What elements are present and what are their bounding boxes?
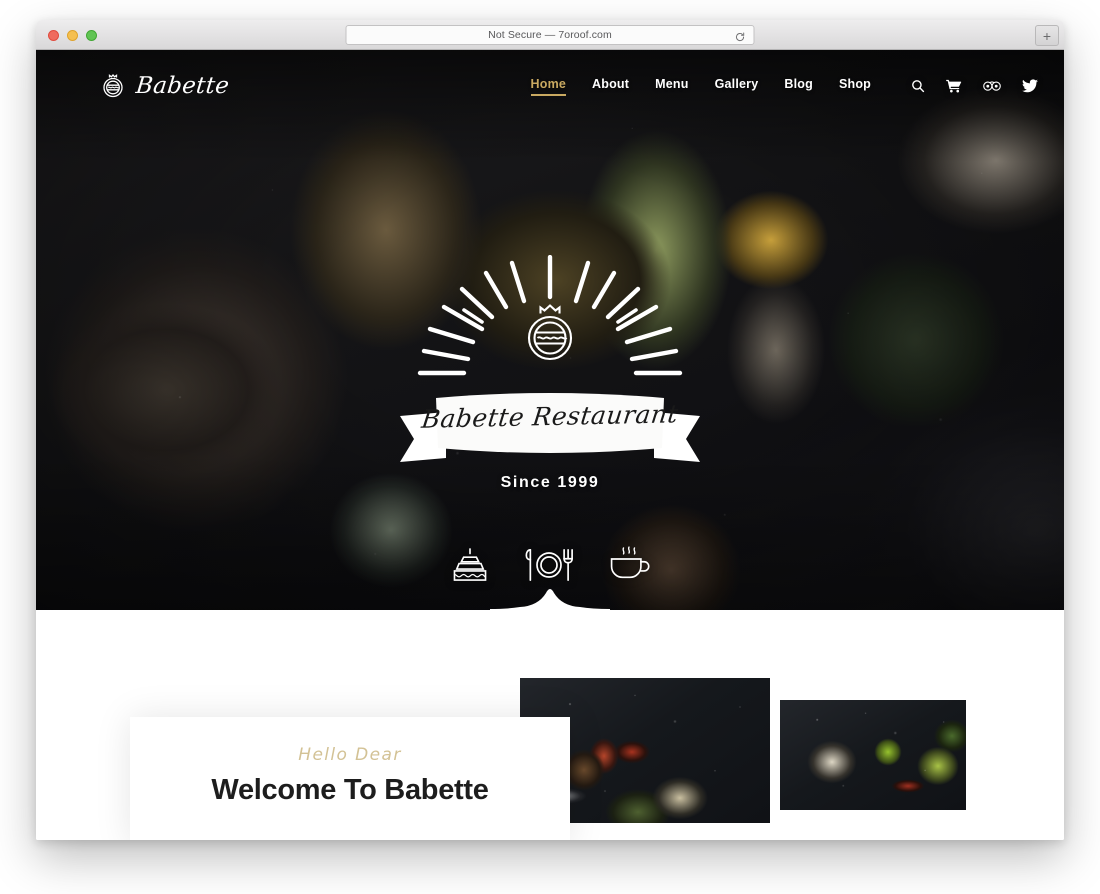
- welcome-section: Hello Dear Welcome To Babette: [36, 610, 1064, 840]
- zoom-window-button[interactable]: [86, 30, 97, 41]
- nav-item-home[interactable]: Home: [530, 77, 567, 96]
- dining-cutlery-icon[interactable]: [525, 547, 573, 588]
- minimize-window-button[interactable]: [67, 30, 78, 41]
- reload-icon[interactable]: [735, 30, 746, 42]
- nav-item-menu[interactable]: Menu: [655, 77, 688, 96]
- browser-titlebar: Not Secure — 7oroof.com +: [36, 20, 1064, 50]
- hero-centerpiece: Babette Restaurant Since 1999: [340, 255, 760, 492]
- cake-icon[interactable]: [449, 546, 491, 588]
- welcome-eyebrow: Hello Dear: [298, 745, 402, 765]
- tripadvisor-icon[interactable]: [983, 80, 1001, 92]
- main-navigation: Home About Menu Gallery Blog Shop: [530, 77, 1038, 96]
- nav-item-gallery[interactable]: Gallery: [715, 77, 759, 96]
- new-tab-label: +: [1042, 27, 1052, 44]
- twitter-icon[interactable]: [1022, 79, 1038, 93]
- welcome-title: Welcome To Babette: [211, 774, 489, 806]
- page-viewport: Babette Home About Menu Gallery Blog Sho…: [36, 50, 1064, 840]
- babette-emblem-icon: [100, 72, 126, 100]
- search-icon[interactable]: [911, 79, 925, 93]
- shopping-cart-icon[interactable]: [946, 79, 962, 93]
- hero-since-text: Since 1999: [500, 474, 600, 491]
- site-brand[interactable]: Babette: [100, 72, 231, 100]
- nav-item-shop[interactable]: Shop: [839, 77, 871, 96]
- nav-icon-group: [911, 79, 1038, 93]
- address-bar[interactable]: Not Secure — 7oroof.com: [345, 25, 755, 45]
- food-photo-lime-and-herbs: [780, 700, 966, 810]
- hero-section: Babette Home About Menu Gallery Blog Sho…: [36, 50, 1064, 610]
- site-header: Babette Home About Menu Gallery Blog Sho…: [36, 50, 1064, 122]
- coffee-cup-icon[interactable]: [607, 546, 651, 588]
- address-bar-text: Not Secure — 7oroof.com: [488, 29, 612, 41]
- browser-window: Not Secure — 7oroof.com + Babette Home A…: [36, 20, 1064, 840]
- nav-item-blog[interactable]: Blog: [784, 77, 813, 96]
- brand-name: Babette: [134, 73, 231, 99]
- nav-item-about[interactable]: About: [592, 77, 629, 96]
- hero-sunburst: [400, 255, 700, 380]
- welcome-card: Hello Dear Welcome To Babette: [130, 717, 570, 840]
- hero-feature-icons: [449, 546, 651, 588]
- new-tab-button[interactable]: +: [1035, 25, 1059, 46]
- hero-ribbon-banner: Babette Restaurant: [400, 386, 700, 472]
- window-traffic-lights: [48, 30, 97, 41]
- close-window-button[interactable]: [48, 30, 59, 41]
- hero-bottom-notch: [490, 589, 610, 610]
- food-photo-2-speckle: [780, 700, 966, 810]
